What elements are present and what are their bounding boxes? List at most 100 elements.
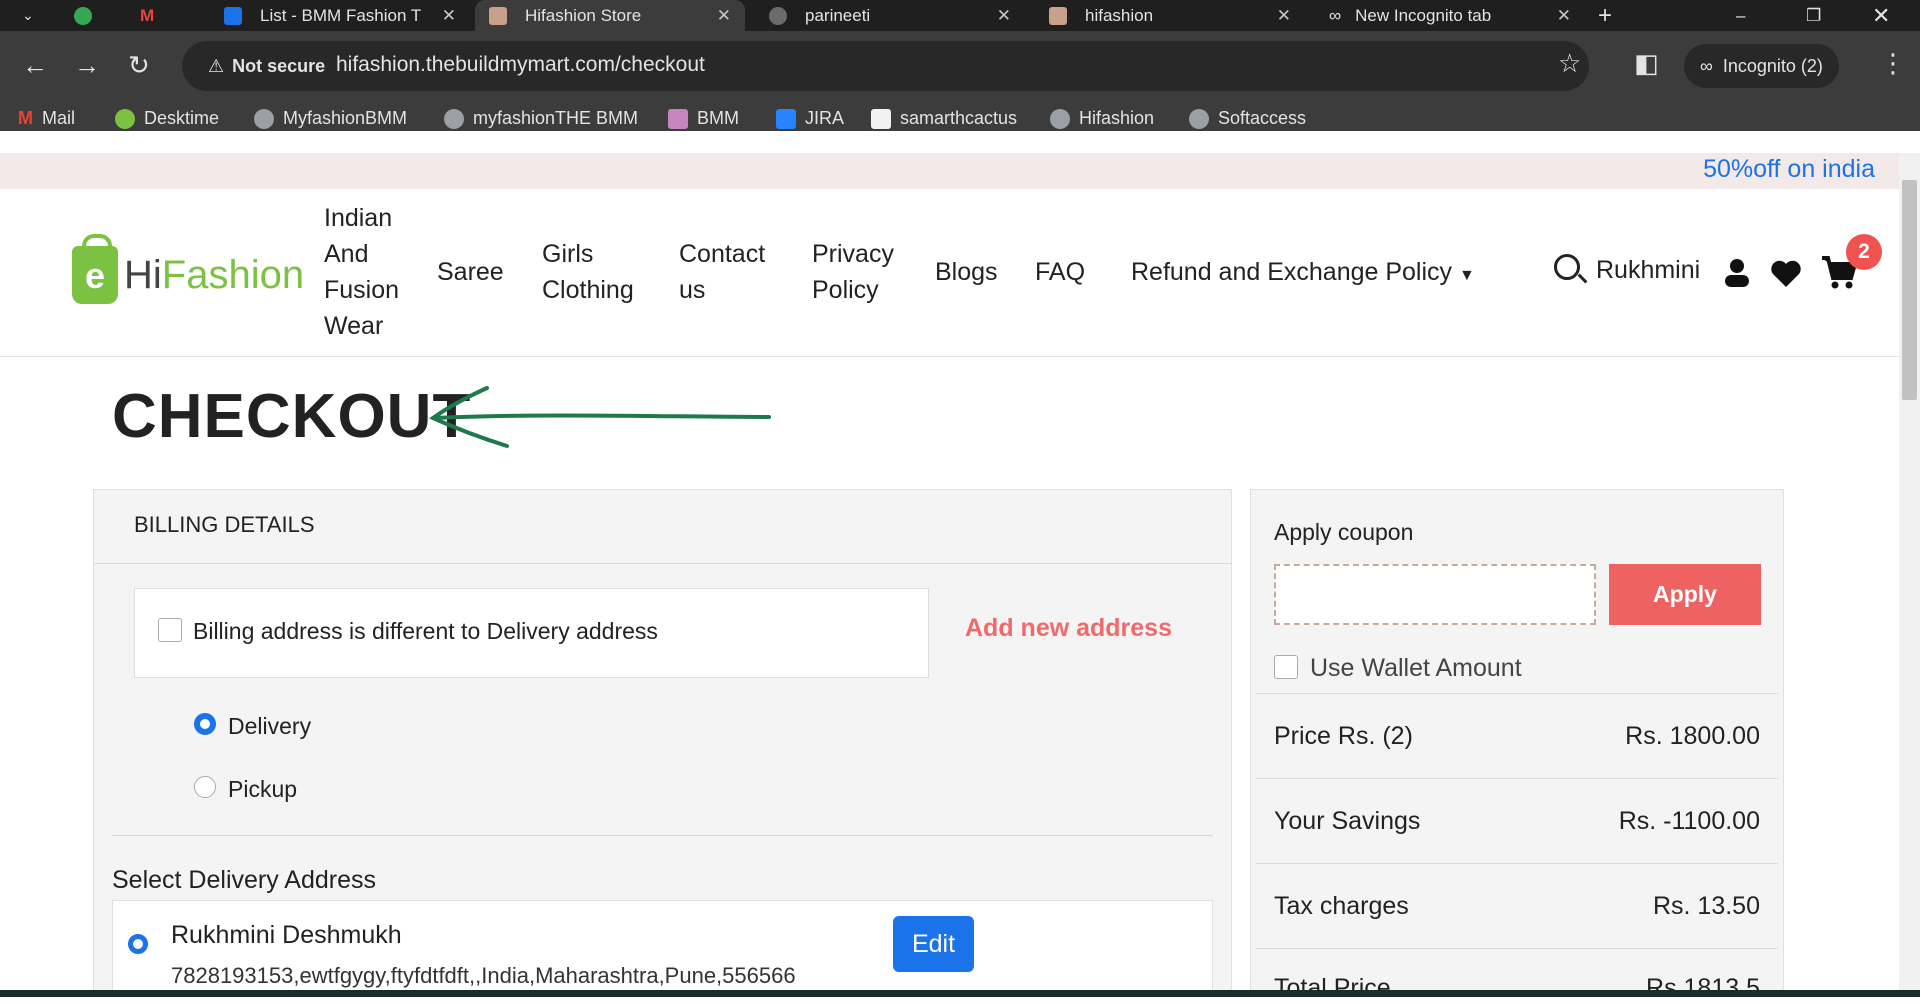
shopping-bag-logo-icon: e xyxy=(72,234,118,304)
side-panel-icon[interactable]: ◧ xyxy=(1634,48,1659,78)
incognito-icon: ∞ xyxy=(1329,5,1342,25)
forward-arrow-icon[interactable]: → xyxy=(74,50,100,80)
nav-refund-label: Refund and Exchange Policy xyxy=(1131,258,1453,286)
delivery-label[interactable]: Delivery xyxy=(228,713,311,740)
bookmark-star-icon[interactable]: ☆ xyxy=(1558,48,1581,78)
chevron-down-icon: ⌄ xyxy=(22,7,34,23)
tab-label: New Incognito tab xyxy=(1355,5,1492,25)
bmm-icon xyxy=(668,108,688,129)
bookmark-mail[interactable]: M Mail xyxy=(18,108,75,129)
close-tab-icon[interactable]: ✕ xyxy=(717,6,731,26)
total-label: Total Price xyxy=(1274,974,1391,1002)
nav-privacy-policy[interactable]: Privacy Policy xyxy=(812,236,912,308)
tab-favicon-icon xyxy=(74,6,92,25)
add-new-address-link[interactable]: Add new address xyxy=(965,614,1172,643)
bookmark-softaccess[interactable]: Softaccess xyxy=(1189,108,1306,129)
promo-text[interactable]: 50%off on india xyxy=(1703,155,1875,184)
close-tab-icon[interactable]: ✕ xyxy=(997,6,1011,26)
billing-different-checkbox[interactable] xyxy=(158,618,182,642)
nav-refund-exchange[interactable]: Refund and Exchange Policy ▼ xyxy=(1131,254,1475,294)
tab-list-bmm[interactable]: List - BMM Fashion T ✕ xyxy=(210,0,470,31)
bookmark-myfashionbmm[interactable]: MyfashionBMM xyxy=(254,108,407,129)
scrollbar-thumb[interactable] xyxy=(1902,180,1917,400)
close-tab-icon[interactable]: ✕ xyxy=(1557,6,1571,26)
page-title: CHECKOUT xyxy=(112,382,472,451)
close-window-button[interactable]: ✕ xyxy=(1872,0,1902,31)
warning-icon: ⚠ xyxy=(208,55,225,76)
close-tab-icon[interactable]: ✕ xyxy=(442,6,456,26)
restore-button[interactable]: ❐ xyxy=(1806,0,1836,31)
bookmark-label: Desktime xyxy=(144,108,220,128)
nav-blogs[interactable]: Blogs xyxy=(935,254,998,290)
pickup-radio[interactable] xyxy=(194,776,216,798)
tab-favicon-icon xyxy=(224,6,242,25)
close-tab-icon[interactable]: ✕ xyxy=(1277,6,1291,26)
savings-value: Rs. -1100.00 xyxy=(1618,807,1760,835)
apply-coupon-button[interactable]: Apply xyxy=(1609,564,1761,625)
savings-label: Your Savings xyxy=(1274,807,1421,835)
wallet-checkbox[interactable] xyxy=(1274,655,1298,679)
bookmark-jira[interactable]: JIRA xyxy=(776,108,844,129)
tax-label: Tax charges xyxy=(1274,892,1409,920)
cactus-icon xyxy=(871,108,891,129)
new-tab-button[interactable]: + xyxy=(1598,0,1628,31)
nav-girls-clothing[interactable]: Girls Clothing xyxy=(542,236,652,308)
search-icon[interactable] xyxy=(1554,254,1580,280)
cart-count-badge: 2 xyxy=(1846,234,1882,270)
browser-tabstrip: ⌄ M List - BMM Fashion T ✕ Hifashion Stor… xyxy=(0,0,1920,31)
billing-title: BILLING DETAILS xyxy=(134,512,315,537)
billing-different-label[interactable]: Billing address is different to Delivery… xyxy=(193,618,658,645)
nav-faq[interactable]: FAQ xyxy=(1035,254,1085,290)
back-arrow-icon[interactable]: ← xyxy=(22,50,48,80)
tab-favicon-icon xyxy=(769,6,787,25)
annotation-arrow xyxy=(429,386,771,448)
bookmark-label: BMM xyxy=(697,108,739,128)
edit-address-button[interactable]: Edit xyxy=(893,916,974,972)
tab-new-incognito[interactable]: ∞ New Incognito tab ✕ xyxy=(1315,0,1585,31)
security-chip[interactable]: ⚠ Not secure xyxy=(194,50,339,82)
reload-icon[interactable]: ↻ xyxy=(128,50,150,80)
tab-parineeti[interactable]: parineeti ✕ xyxy=(755,0,1025,31)
incognito-profile-button[interactable]: ∞ Incognito (2) xyxy=(1684,44,1839,88)
globe-icon xyxy=(444,108,464,129)
price-label: Price Rs. (2) xyxy=(1274,722,1413,750)
coupon-input[interactable] xyxy=(1274,564,1596,625)
bookmark-desktime[interactable]: Desktime xyxy=(115,108,219,129)
wishlist-heart-icon[interactable] xyxy=(1770,260,1802,288)
menu-kebab-icon[interactable]: ⋮ xyxy=(1880,48,1906,78)
bookmark-label: JIRA xyxy=(805,108,845,128)
tab-search-button[interactable]: ⌄ xyxy=(8,0,44,31)
bookmark-myfashion-the-bmm[interactable]: myfashionTHE BMM xyxy=(444,108,638,129)
select-delivery-address-heading: Select Delivery Address xyxy=(112,866,377,894)
address-radio[interactable] xyxy=(128,934,148,954)
pickup-label[interactable]: Pickup xyxy=(228,776,297,803)
bookmark-label: myfashionTHE BMM xyxy=(473,108,639,128)
tax-value: Rs. 13.50 xyxy=(1652,892,1760,920)
user-icon[interactable] xyxy=(1722,257,1752,287)
nav-saree[interactable]: Saree xyxy=(437,254,504,290)
jira-icon xyxy=(776,108,796,129)
logo-hi: Hi xyxy=(124,252,162,297)
bookmark-samarthcactus[interactable]: samarthcactus xyxy=(871,108,1017,129)
tab-hifashion-store[interactable]: Hifashion Store ✕ xyxy=(475,0,745,31)
bookmark-label: samarthcactus xyxy=(900,108,1018,128)
bookmark-hifashion[interactable]: Hifashion xyxy=(1050,108,1154,129)
promo-bar xyxy=(0,153,1899,189)
tab-label: List - BMM Fashion T xyxy=(260,5,422,25)
delivery-radio[interactable] xyxy=(194,713,216,735)
globe-icon xyxy=(1189,108,1209,129)
account-username[interactable]: Rukhmini xyxy=(1596,256,1700,285)
pinned-tab[interactable] xyxy=(74,0,114,31)
minimize-button[interactable]: – xyxy=(1736,0,1766,31)
wallet-label[interactable]: Use Wallet Amount xyxy=(1310,654,1522,683)
gmail-icon: M xyxy=(18,108,33,128)
profile-label: Incognito (2) xyxy=(1722,55,1823,76)
nav-indian-fusion-wear[interactable]: Indian And Fusion Wear xyxy=(324,200,414,344)
tab-hifashion[interactable]: hifashion ✕ xyxy=(1035,0,1305,31)
nav-contact-us[interactable]: Contact us xyxy=(679,236,789,308)
pinned-tab-gmail[interactable]: M xyxy=(140,0,180,31)
desktime-icon xyxy=(115,108,135,129)
url-text[interactable]: hifashion.thebuildmymart.com/checkout xyxy=(336,53,705,77)
bookmark-bmm[interactable]: BMM xyxy=(668,108,739,129)
site-logo[interactable]: e HiFashion xyxy=(72,234,304,304)
